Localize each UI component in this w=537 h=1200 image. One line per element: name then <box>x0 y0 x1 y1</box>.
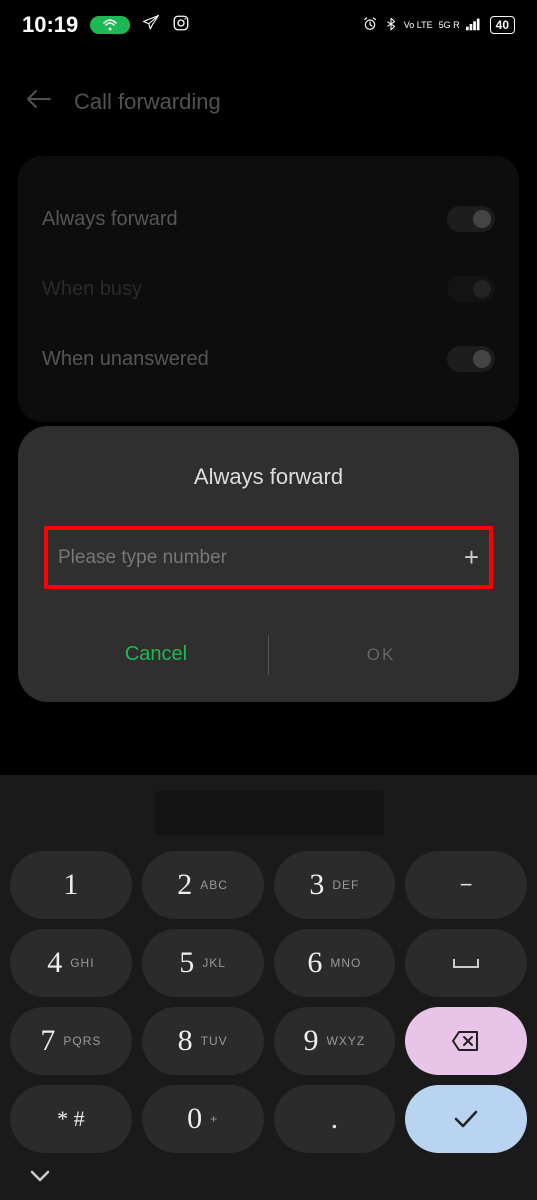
key-star-hash[interactable]: * # <box>10 1085 132 1153</box>
key-9[interactable]: 9WXYZ <box>274 1007 396 1075</box>
key-4[interactable]: 4GHI <box>10 929 132 997</box>
key-space[interactable] <box>405 929 527 997</box>
key-6[interactable]: 6MNO <box>274 929 396 997</box>
key-3[interactable]: 3DEF <box>274 851 396 919</box>
chevron-down-icon[interactable] <box>30 1165 50 1187</box>
status-bar: 10:19 Vo LTE 5G R 40 <box>0 0 537 50</box>
add-contact-icon[interactable]: + <box>464 542 479 573</box>
toggle-always[interactable] <box>447 206 495 232</box>
battery-icon: 40 <box>490 16 515 34</box>
volte-icon: Vo LTE <box>404 21 433 30</box>
key-grid: 1 2ABC 3DEF − 4GHI 5JKL 6MNO 7PQRS 8TUV … <box>10 851 527 1153</box>
signal-icon <box>466 17 484 34</box>
ok-button[interactable]: OK <box>269 635 493 675</box>
alarm-icon <box>362 16 378 35</box>
phone-number-input[interactable]: Please type number + <box>44 526 493 589</box>
network-icon: 5G R <box>439 21 460 30</box>
key-7[interactable]: 7PQRS <box>10 1007 132 1075</box>
page-title: Call forwarding <box>74 89 221 115</box>
cancel-button[interactable]: Cancel <box>44 633 268 676</box>
dialog-always-forward: Always forward Please type number + Canc… <box>18 426 519 702</box>
key-confirm[interactable] <box>405 1085 527 1153</box>
header: Call forwarding <box>0 50 537 136</box>
key-8[interactable]: 8TUV <box>142 1007 264 1075</box>
setting-label: Always forward <box>42 208 178 231</box>
telegram-icon <box>142 14 160 37</box>
back-arrow-icon[interactable] <box>26 88 52 116</box>
settings-card: Always forward When busy When unanswered <box>18 156 519 422</box>
status-time: 10:19 <box>22 12 78 38</box>
toggle-busy[interactable] <box>447 276 495 302</box>
status-left: 10:19 <box>22 12 190 38</box>
dialog-buttons: Cancel OK <box>44 633 493 676</box>
instagram-icon <box>172 14 190 37</box>
keypad-bottom-row <box>10 1153 527 1192</box>
setting-always-forward[interactable]: Always forward <box>42 184 495 254</box>
key-1[interactable]: 1 <box>10 851 132 919</box>
setting-when-busy[interactable]: When busy <box>42 254 495 324</box>
setting-when-unanswered[interactable]: When unanswered <box>42 324 495 394</box>
setting-label: When unanswered <box>42 348 209 371</box>
dialog-title: Always forward <box>44 464 493 490</box>
setting-label: When busy <box>42 278 142 301</box>
status-right: Vo LTE 5G R 40 <box>362 16 515 35</box>
key-2[interactable]: 2ABC <box>142 851 264 919</box>
key-dot[interactable]: . <box>274 1085 396 1153</box>
toggle-unanswered[interactable] <box>447 346 495 372</box>
input-placeholder: Please type number <box>58 547 227 569</box>
key-0[interactable]: 0+ <box>142 1085 264 1153</box>
suggestion-bar <box>154 791 384 835</box>
key-minus[interactable]: − <box>405 851 527 919</box>
keypad: 1 2ABC 3DEF − 4GHI 5JKL 6MNO 7PQRS 8TUV … <box>0 775 537 1200</box>
key-5[interactable]: 5JKL <box>142 929 264 997</box>
wifi-badge-icon <box>90 16 130 34</box>
key-backspace[interactable] <box>405 1007 527 1075</box>
bluetooth-icon <box>384 16 398 35</box>
